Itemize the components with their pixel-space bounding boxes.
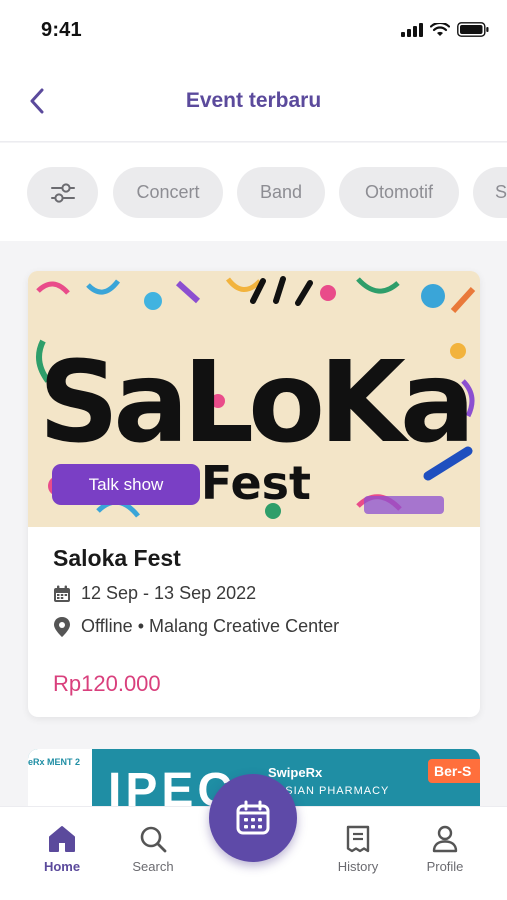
signal-icon [401,22,423,37]
category-badge: Talk show [52,464,200,505]
status-time: 9:41 [41,19,82,41]
chip-concert[interactable]: Concert [113,167,223,218]
calendar-icon [54,585,70,602]
event-date: 12 Sep - 13 Sep 2022 [81,583,257,603]
status-bar: 9:41 [0,0,507,64]
sponsor-text: eRx MENT 2 [28,757,81,767]
nav-search[interactable]: Search [118,825,188,874]
banner2-brand: SwipeRx [268,765,323,780]
nav-search-label: Search [132,859,174,874]
status-icons [401,22,489,37]
nav-home[interactable]: Home [27,825,97,874]
nav-profile[interactable]: Profile [410,825,480,874]
filter-bar: Concert Band Otomotif S [0,143,507,241]
calendar-fab-button[interactable] [209,774,297,862]
home-icon [49,826,75,852]
sponsor-logos: eRx MENT 2 [28,749,92,806]
chip-otomotif[interactable]: Otomotif [339,167,459,218]
event-card[interactable]: SaLoKa Fest Talk show Saloka Fest 12 Sep… [28,271,480,717]
chip-band[interactable]: Band [237,167,325,218]
nav-home-label: Home [43,859,81,874]
chip-partial[interactable]: S [473,167,507,218]
user-icon [432,825,458,853]
calendar-icon [236,800,270,835]
event-title: Saloka Fest [53,545,181,571]
nav-profile-label: Profile [426,859,464,874]
event-date-row: 12 Sep - 13 Sep 2022 [53,583,256,604]
event-banner: SaLoKa Fest Talk show [28,271,480,527]
event-list: SaLoKa Fest Talk show Saloka Fest 12 Sep… [0,241,507,806]
filter-button[interactable] [27,167,98,218]
header: Event terbaru [0,64,507,142]
nav-history[interactable]: History [323,825,393,874]
wifi-icon [430,22,450,36]
event-location: Offline • Malang Creative Center [81,616,340,636]
event-price: Rp120.000 [53,671,161,696]
banner-subtitle: Fest [201,456,311,510]
location-pin-icon [54,616,70,637]
sliders-icon [50,182,75,203]
event-location-row: Offline • Malang Creative Center [53,616,339,637]
page-title: Event terbaru [185,89,322,112]
banner-title: SaLoKa [39,338,470,468]
banner2-tag: Ber-S [428,759,480,783]
nav-history-label: History [337,859,379,874]
search-icon [140,826,167,853]
receipt-icon [346,825,370,853]
battery-icon [457,22,489,37]
